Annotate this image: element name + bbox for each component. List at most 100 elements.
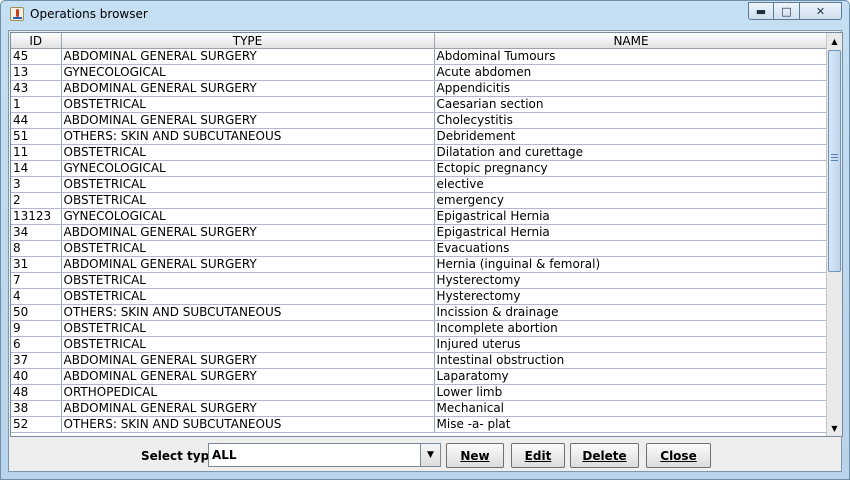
scrollbar-thumb[interactable] <box>828 50 841 272</box>
close-button[interactable]: Close <box>646 443 711 468</box>
cell-name: Mechanical <box>434 400 829 417</box>
scroll-up-button[interactable]: ▲ <box>827 33 842 49</box>
cell-type: OTHERS: SKIN AND SUBCUTANEOUS <box>61 416 435 433</box>
table-row[interactable]: 14 GYNECOLOGICAL Ectopic pregnancy <box>11 160 829 177</box>
cell-id: 43 <box>11 80 62 97</box>
cell-id: 9 <box>11 320 62 337</box>
cell-type: GYNECOLOGICAL <box>61 160 435 177</box>
cell-type: OBSTETRICAL <box>61 176 435 193</box>
cell-name: Debridement <box>434 128 829 145</box>
cell-type: ABDOMINAL GENERAL SURGERY <box>61 224 435 241</box>
cell-id: 31 <box>11 256 62 273</box>
cell-id: 52 <box>11 416 62 433</box>
cell-name: Acute abdomen <box>434 64 829 81</box>
cell-id: 45 <box>11 48 62 65</box>
cell-type: ABDOMINAL GENERAL SURGERY <box>61 112 435 129</box>
cell-type: OBSTETRICAL <box>61 144 435 161</box>
table-row[interactable]: 8 OBSTETRICAL Evacuations <box>11 240 829 257</box>
cell-id: 13 <box>11 64 62 81</box>
table-row[interactable]: 13123 GYNECOLOGICAL Epigastrical Hernia <box>11 208 829 225</box>
cell-id: 4 <box>11 288 62 305</box>
cell-id: 34 <box>11 224 62 241</box>
select-type-label: Select type <box>141 449 218 463</box>
cell-id: 38 <box>11 400 62 417</box>
table-row[interactable]: 51 OTHERS: SKIN AND SUBCUTANEOUS Debrideme… <box>11 128 829 145</box>
cell-name: Evacuations <box>434 240 829 257</box>
scroll-down-button[interactable]: ▼ <box>827 420 842 436</box>
cell-name: Injured uterus <box>434 336 829 353</box>
cell-type: ABDOMINAL GENERAL SURGERY <box>61 352 435 369</box>
combobox-dropdown-button[interactable]: ▼ <box>420 444 440 466</box>
table-row[interactable]: 9 OBSTETRICAL Incomplete abortion <box>11 320 829 337</box>
cell-id: 7 <box>11 272 62 289</box>
cell-id: 48 <box>11 384 62 401</box>
window-title: Operations browser <box>30 7 148 21</box>
cell-name: Hernia (inguinal & femoral) <box>434 256 829 273</box>
table-row[interactable]: 37 ABDOMINAL GENERAL SURGERY Intestinal ob… <box>11 352 829 369</box>
column-header-id[interactable]: ID <box>11 33 62 49</box>
column-header-name[interactable]: NAME <box>434 33 829 49</box>
cell-name: Abdominal Tumours <box>434 48 829 65</box>
table-row[interactable]: 4 OBSTETRICAL Hysterectomy <box>11 288 829 305</box>
new-button[interactable]: New <box>446 443 504 468</box>
table-row[interactable]: 50 OTHERS: SKIN AND SUBCUTANEOUS Incission… <box>11 304 829 321</box>
cell-type: OBSTETRICAL <box>61 272 435 289</box>
table-header: ID TYPE NAME <box>11 33 829 49</box>
grip-icon <box>831 154 838 161</box>
vertical-scrollbar[interactable]: ▲ ▼ <box>826 33 842 436</box>
table-row[interactable]: 48 ORTHOPEDICAL Lower limb <box>11 384 829 401</box>
delete-button[interactable]: Delete <box>570 443 639 468</box>
table-row[interactable]: 1 OBSTETRICAL Caesarian section <box>11 96 829 113</box>
table-row[interactable]: 2 OBSTETRICAL emergency <box>11 192 829 209</box>
table-row[interactable]: 31 ABDOMINAL GENERAL SURGERY Hernia (ingui… <box>11 256 829 273</box>
cell-type: OBSTETRICAL <box>61 96 435 113</box>
table-row[interactable]: 7 OBSTETRICAL Hysterectomy <box>11 272 829 289</box>
table-row[interactable]: 6 OBSTETRICAL Injured uterus <box>11 336 829 353</box>
cell-name: Hysterectomy <box>434 272 829 289</box>
cell-id: 6 <box>11 336 62 353</box>
cell-name: Caesarian section <box>434 96 829 113</box>
cell-name: Hysterectomy <box>434 288 829 305</box>
table-row[interactable]: 38 ABDOMINAL GENERAL SURGERY Mechanical <box>11 400 829 417</box>
cell-id: 11 <box>11 144 62 161</box>
cell-id: 51 <box>11 128 62 145</box>
minimize-button[interactable]: ▬ <box>748 2 774 20</box>
cell-name: Intestinal obstruction <box>434 352 829 369</box>
cell-name: Appendicitis <box>434 80 829 97</box>
table-row[interactable]: 40 ABDOMINAL GENERAL SURGERY Laparatomy <box>11 368 829 385</box>
select-type-combobox[interactable]: ALL ▼ <box>208 443 441 467</box>
cell-type: ORTHOPEDICAL <box>61 384 435 401</box>
cell-name: Lower limb <box>434 384 829 401</box>
operations-table-scrollpane: ID TYPE NAME 45 ABDOMINAL GENERAL SURGERY… <box>10 32 843 437</box>
cell-name: Dilatation and curettage <box>434 144 829 161</box>
cell-name: Epigastrical Hernia <box>434 224 829 241</box>
table-row[interactable]: 52 OTHERS: SKIN AND SUBCUTANEOUS Mise -a- … <box>11 416 829 433</box>
cell-id: 37 <box>11 352 62 369</box>
cell-id: 2 <box>11 192 62 209</box>
cell-name: Epigastrical Hernia <box>434 208 829 225</box>
table-row[interactable]: 34 ABDOMINAL GENERAL SURGERY Epigastrical … <box>11 224 829 241</box>
select-type-value: ALL <box>212 448 237 462</box>
cell-id: 14 <box>11 160 62 177</box>
maximize-button[interactable]: □ <box>774 2 800 20</box>
table-body: 45 ABDOMINAL GENERAL SURGERY Abdominal Tum… <box>11 48 829 433</box>
cell-id: 50 <box>11 304 62 321</box>
cell-name: Laparatomy <box>434 368 829 385</box>
table-row[interactable]: 44 ABDOMINAL GENERAL SURGERY Cholecystitis <box>11 112 829 129</box>
maximize-icon: □ <box>781 4 792 18</box>
cell-type: OTHERS: SKIN AND SUBCUTANEOUS <box>61 304 435 321</box>
close-icon: ✕ <box>815 4 826 18</box>
cell-id: 3 <box>11 176 62 193</box>
table-row[interactable]: 13 GYNECOLOGICAL Acute abdomen <box>11 64 829 81</box>
cell-id: 40 <box>11 368 62 385</box>
operations-table: ID TYPE NAME 45 ABDOMINAL GENERAL SURGERY… <box>11 33 829 433</box>
title-bar[interactable]: Operations browser ▬ □ ✕ <box>1 1 849 28</box>
table-row[interactable]: 45 ABDOMINAL GENERAL SURGERY Abdominal Tum… <box>11 48 829 65</box>
table-row[interactable]: 11 OBSTETRICAL Dilatation and curettage <box>11 144 829 161</box>
table-row[interactable]: 3 OBSTETRICAL elective <box>11 176 829 193</box>
close-window-button[interactable]: ✕ <box>800 2 842 20</box>
table-row[interactable]: 43 ABDOMINAL GENERAL SURGERY Appendicitis <box>11 80 829 97</box>
java-cup-icon <box>10 7 24 21</box>
column-header-type[interactable]: TYPE <box>61 33 435 49</box>
edit-button[interactable]: Edit <box>511 443 565 468</box>
